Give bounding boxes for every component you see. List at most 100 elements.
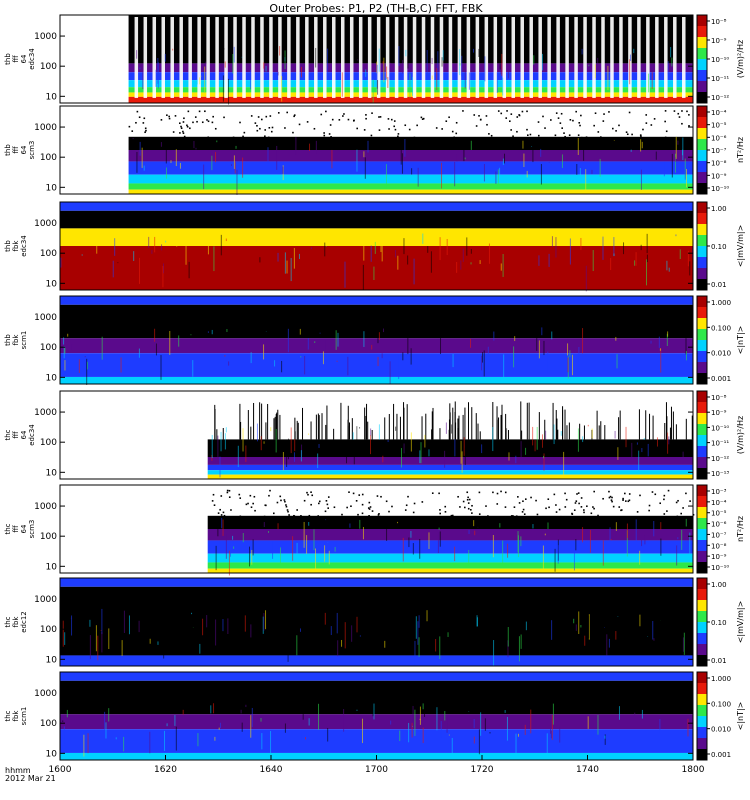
periodic-streak [637,17,641,98]
noise-spike [455,422,457,440]
texture-streak [395,426,397,431]
noise-dot [302,517,305,520]
texture-streak [353,443,355,465]
texture-streak [281,360,283,373]
noise-dot [267,136,270,139]
texture-streak [66,709,68,718]
texture-streak [195,147,197,150]
texture-streak [232,53,234,74]
band [128,106,693,137]
texture-streak [474,530,476,536]
texture-streak [563,451,565,476]
colorbar-segment [697,485,707,497]
noise-dot [421,501,424,503]
band [207,439,693,457]
noise-dot [398,138,400,141]
y-label-line: fbk [12,240,20,252]
noise-dot [680,512,682,515]
noise-dot [238,137,240,140]
texture-streak [444,450,446,468]
texture-streak [567,357,569,373]
noise-dot [263,515,266,518]
texture-streak [188,261,190,279]
colorbar-tick-label: 10⁻¹¹ [711,440,729,448]
colorbar-segment [697,246,707,258]
noise-dot [667,140,669,143]
noise-dot [429,518,431,520]
texture-streak [359,635,361,637]
noise-dot [145,129,147,132]
periodic-streak [332,17,336,98]
noise-dot [467,507,470,510]
texture-streak [377,356,379,367]
spectrogram-figure: Outer Probes: P1, P2 (TH-B,C) FFT, FBK 1… [4,2,745,783]
texture-streak [625,140,627,147]
texture-streak [497,169,499,184]
texture-streak [300,356,302,358]
texture-streak [561,154,563,168]
noise-dot [571,512,573,515]
texture-streak [231,164,233,166]
texture-streak [143,165,145,171]
colorbar-segment [697,589,707,601]
colorbar-segment [697,150,707,162]
noise-dot [416,517,419,520]
texture-streak [222,75,224,102]
noise-dot [324,510,327,513]
noise-dot [257,116,260,118]
noise-dot [212,115,214,118]
texture-streak [503,354,505,381]
noise-dot [663,513,666,515]
noise-dot [323,132,325,134]
texture-streak [308,718,310,726]
texture-streak [277,252,279,262]
noise-dot [174,115,177,117]
noise-dot [310,503,312,506]
texture-streak [139,67,141,70]
texture-streak [543,455,545,459]
periodic-streak [520,17,524,98]
noise-dot [409,522,411,525]
texture-streak [507,65,509,79]
texture-streak [241,722,243,732]
texture-streak [484,56,486,82]
periodic-streak [323,17,327,98]
noise-spike [364,407,366,440]
texture-streak [223,48,225,50]
periodic-streak [358,17,363,98]
noise-spike [649,413,651,440]
noise-dot [575,500,578,502]
noise-dot [341,513,343,516]
texture-streak [324,242,326,257]
noise-spike [458,415,460,440]
noise-dot [347,118,350,121]
texture-streak [277,71,279,76]
texture-streak [687,718,689,737]
noise-dot [510,113,513,115]
texture-streak [541,53,543,71]
noise-dot [664,110,667,112]
noise-dot [210,520,213,522]
y-tick-label: 100 [40,438,57,448]
colorbar-segment [697,15,707,27]
noise-dot [422,117,425,120]
noise-spike [279,414,281,440]
noise-dot [243,131,246,134]
texture-streak [402,537,404,562]
texture-streak [633,48,635,54]
texture-streak [325,340,327,351]
panels: 101001000thb fff 64 edc3410⁻⁸10⁻⁹10⁻¹⁰10⁻¹¹… [4,14,745,761]
texture-streak [101,336,103,360]
periodic-streak [475,17,480,98]
texture-streak [401,153,403,174]
noise-spike [566,425,568,440]
texture-streak [502,77,504,96]
texture-streak [193,140,195,149]
noise-dot [179,132,181,134]
texture-streak [378,332,380,340]
y-label-line: fff [12,146,20,154]
noise-dot [541,516,544,519]
texture-streak [460,440,462,464]
noise-dot [453,136,455,139]
noise-dot [597,131,600,133]
